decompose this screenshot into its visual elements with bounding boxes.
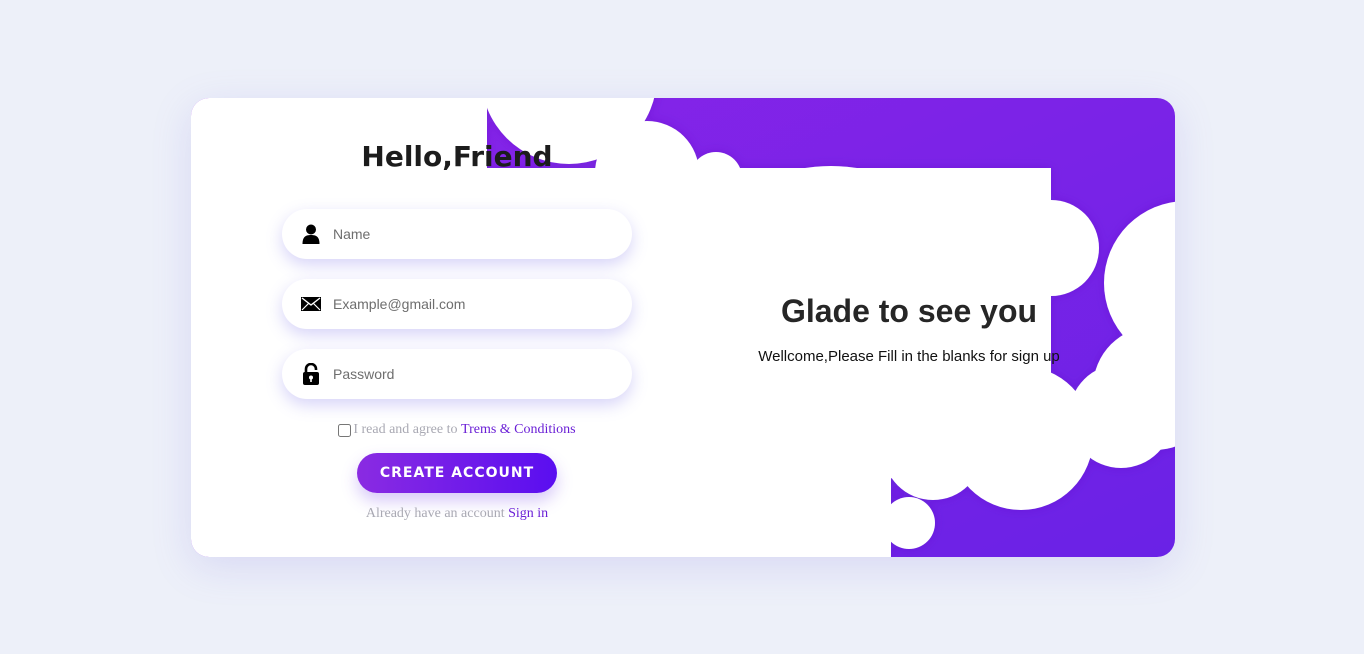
create-account-button[interactable]: CREATE ACCOUNT — [357, 453, 557, 493]
name-field[interactable] — [282, 209, 632, 259]
agree-text: I read and agree to — [353, 422, 458, 437]
signup-card: Hello,Friend Name Example@gmail.com I re… — [191, 98, 1175, 557]
terms-checkbox[interactable] — [338, 423, 352, 437]
signin-link[interactable]: Sign in — [508, 506, 548, 521]
already-text: Already have an account — [365, 506, 505, 521]
envelope-icon — [301, 293, 321, 315]
password-input[interactable] — [331, 358, 615, 390]
email-field[interactable] — [282, 279, 632, 329]
welcome-panel: Glade to see you Wellcome,Please Fill in… — [741, 293, 1077, 365]
unlock-icon — [301, 363, 321, 385]
terms-agreement: I read and agree to Trems & Conditions — [281, 422, 633, 438]
form-title: Hello,Friend — [361, 140, 553, 173]
welcome-subtext: Wellcome,Please Fill in the blanks for s… — [758, 348, 1060, 365]
name-input[interactable] — [331, 218, 615, 250]
terms-link[interactable]: Trems & Conditions — [461, 422, 576, 438]
password-field[interactable] — [282, 349, 632, 399]
signin-prompt: Already have an account Sign in — [281, 506, 633, 522]
signup-form: Hello,Friend Name Example@gmail.com I re… — [281, 98, 633, 557]
user-icon — [301, 223, 321, 245]
welcome-heading: Glade to see you — [780, 293, 1038, 329]
email-input[interactable] — [331, 288, 615, 320]
